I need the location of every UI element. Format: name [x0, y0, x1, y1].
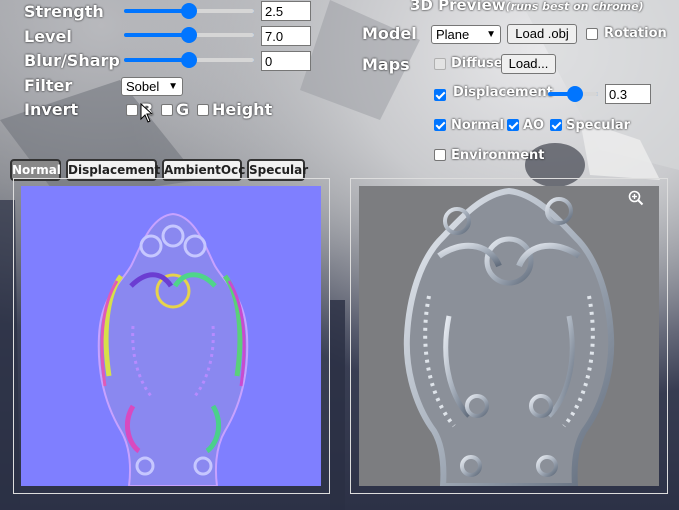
rotation-label: Rotation — [604, 26, 667, 41]
filter-selected-value: Sobel — [126, 79, 160, 94]
displacement-slider-thumb[interactable] — [567, 86, 583, 102]
preview-heading: 3D Preview(runs best on chrome) — [410, 0, 644, 14]
displacement-label: Displacement — [453, 85, 553, 100]
level-input[interactable]: 7.0 — [261, 26, 311, 46]
diffuse-label: Diffuse — [451, 56, 503, 71]
displacement-input[interactable]: 0.3 — [605, 84, 651, 104]
environment-checkbox[interactable] — [434, 149, 446, 161]
invert-r-checkbox[interactable] — [126, 104, 138, 116]
blur-sharp-slider[interactable] — [124, 52, 254, 68]
blur-sharp-label: Blur/Sharp — [24, 51, 120, 70]
invert-g-label: G — [176, 100, 190, 119]
strength-input[interactable]: 2.5 — [261, 1, 311, 21]
chevron-down-icon: ▼ — [168, 81, 178, 92]
maps-label: Maps — [362, 55, 410, 74]
specular-label: Specular — [566, 118, 631, 133]
model-selected-value: Plane — [436, 27, 470, 42]
level-slider-thumb[interactable] — [181, 27, 197, 43]
chevron-down-icon: ▼ — [486, 29, 496, 40]
3d-preview-panel — [350, 178, 668, 494]
invert-height-label: Height — [212, 100, 273, 119]
model-select[interactable]: Plane ▼ — [431, 25, 501, 44]
zoom-in-icon[interactable] — [628, 190, 644, 206]
blur-sharp-input[interactable]: 0 — [261, 51, 311, 71]
blur-sharp-slider-thumb[interactable] — [181, 52, 197, 68]
rotation-checkbox[interactable] — [586, 28, 598, 40]
normal-map-panel — [13, 178, 330, 494]
invert-height-checkbox[interactable] — [197, 104, 209, 116]
preview-title: 3D Preview — [410, 0, 506, 14]
load-obj-button[interactable]: Load .obj — [507, 24, 577, 44]
normal-map-image[interactable] — [21, 186, 321, 486]
preview-subtitle: (runs best on chrome) — [505, 0, 644, 13]
ao-label: AO — [523, 118, 545, 133]
3d-preview-canvas[interactable] — [359, 186, 659, 486]
normal-label: Normal — [451, 118, 504, 133]
displacement-slider[interactable] — [548, 86, 598, 102]
filter-select[interactable]: Sobel ▼ — [121, 77, 183, 96]
filter-label: Filter — [24, 76, 73, 95]
level-slider[interactable] — [124, 27, 254, 43]
strength-label: Strength — [24, 2, 104, 21]
displacement-checkbox[interactable] — [434, 89, 446, 101]
environment-label: Environment — [451, 148, 545, 163]
mouse-pointer-icon — [140, 103, 154, 123]
normal-checkbox[interactable] — [434, 119, 446, 131]
model-label: Model — [362, 24, 417, 43]
diffuse-checkbox[interactable] — [434, 58, 446, 70]
strength-slider-thumb[interactable] — [181, 3, 197, 19]
strength-slider[interactable] — [124, 3, 254, 19]
ao-checkbox[interactable] — [507, 119, 519, 131]
specular-checkbox[interactable] — [550, 119, 562, 131]
invert-g-checkbox[interactable] — [161, 104, 173, 116]
invert-label: Invert — [24, 100, 79, 119]
level-label: Level — [24, 27, 72, 46]
load-diffuse-button[interactable]: Load... — [501, 54, 556, 74]
